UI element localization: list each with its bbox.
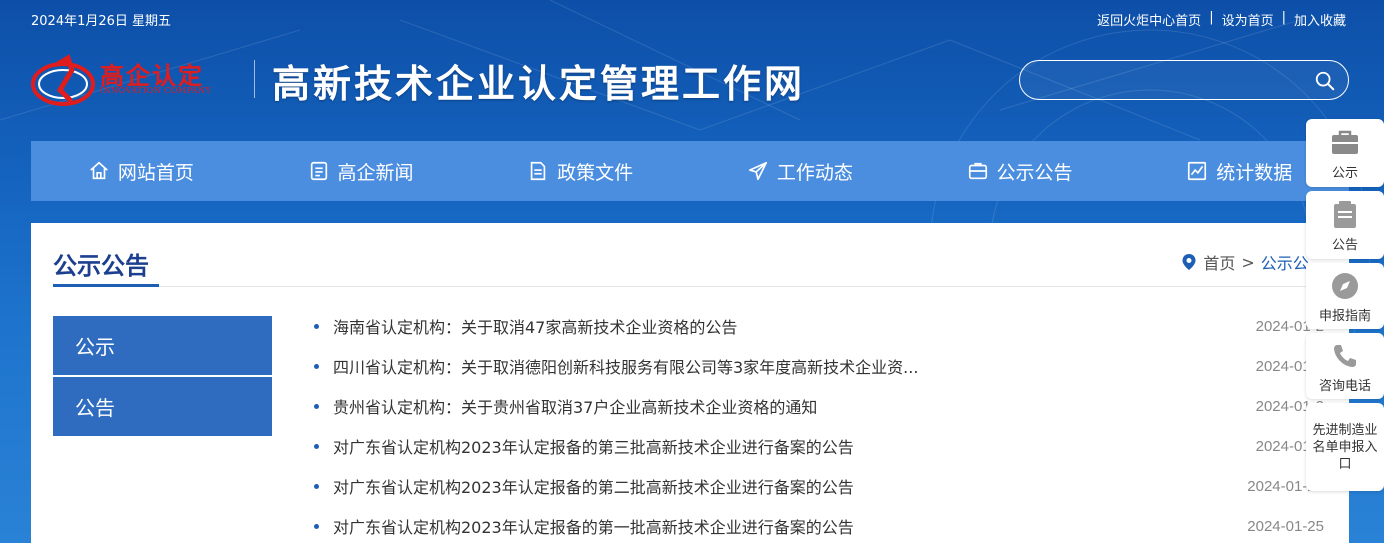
news-icon bbox=[310, 161, 327, 181]
logo-sub-text: INNOVATION COMPANY bbox=[100, 86, 212, 95]
nav-label: 网站首页 bbox=[117, 161, 194, 184]
separator: | bbox=[1209, 10, 1214, 25]
chart-icon bbox=[1188, 161, 1207, 181]
list-item-title: 对广东省认定机构2023年认定报备的第二批高新技术企业进行备案的公告 bbox=[333, 478, 854, 497]
search-input[interactable] bbox=[1038, 70, 1298, 92]
nav-policy[interactable]: 政策文件 bbox=[470, 141, 690, 201]
list-item-title: 海南省认定机构：关于取消47家高新技术企业资格的公告 bbox=[333, 318, 738, 337]
list-item-title: 贵州省认定机构：关于贵州省取消37户企业高新技术企业资格的通知 bbox=[333, 398, 818, 417]
nav-label: 统计数据 bbox=[1216, 161, 1293, 184]
list-item-date: 2024-01-25 bbox=[1247, 517, 1324, 535]
list-item-title: 对广东省认定机构2023年认定报备的第一批高新技术企业进行备案的公告 bbox=[333, 518, 854, 537]
float-label: 先进制造业名单申报入口 bbox=[1312, 422, 1378, 472]
breadcrumb-home[interactable]: 首页 bbox=[1203, 250, 1235, 274]
list-item[interactable]: 贵州省认定机构：关于贵州省取消37户企业高新技术企业资格的通知 2024-01-2 bbox=[314, 386, 1324, 426]
phone-icon bbox=[1334, 344, 1356, 367]
clipboard-icon bbox=[1334, 200, 1356, 228]
nav-notices[interactable]: 公示公告 bbox=[910, 141, 1130, 201]
title-underline bbox=[53, 284, 159, 287]
page-title: 公示公告 bbox=[53, 252, 149, 280]
list-item[interactable]: 对广东省认定机构2023年认定报备的第二批高新技术企业进行备案的公告 2024-0… bbox=[314, 466, 1324, 506]
nav-label: 工作动态 bbox=[776, 161, 853, 184]
search-box bbox=[1019, 60, 1349, 100]
nav-home[interactable]: 网站首页 bbox=[31, 141, 251, 201]
send-icon bbox=[748, 161, 767, 181]
home-icon bbox=[90, 161, 108, 180]
breadcrumb: 首页 > 公示公... bbox=[1181, 250, 1324, 274]
nav-work-updates[interactable]: 工作动态 bbox=[690, 141, 910, 201]
current-date: 2024年1月26日 星期五 bbox=[31, 14, 172, 29]
main-nav: 网站首页 高企新闻 政策文件 工作动态 公示公告 统计数据 bbox=[31, 141, 1349, 201]
side-menu: 公示 公告 bbox=[53, 316, 272, 438]
bullet bbox=[314, 323, 319, 329]
main-content: 公示公告 首页 > 公示公... 公示 公告 海南省认定机构：关于取消47家高新… bbox=[31, 223, 1349, 543]
search-icon[interactable] bbox=[1314, 70, 1336, 92]
side-item-announcement[interactable]: 公告 bbox=[53, 377, 272, 436]
float-guide[interactable]: 申报指南 bbox=[1306, 263, 1384, 329]
bullet bbox=[314, 483, 319, 489]
float-publicity[interactable]: 公示 bbox=[1306, 119, 1384, 187]
list-item[interactable]: 对广东省认定机构2023年认定报备的第三批高新技术企业进行备案的公告 2024-0… bbox=[314, 426, 1324, 466]
link-add-favorite[interactable]: 加入收藏 bbox=[1294, 10, 1346, 29]
bullet bbox=[314, 443, 319, 449]
nav-label: 公示公告 bbox=[996, 161, 1073, 184]
float-label: 咨询电话 bbox=[1318, 378, 1371, 394]
title-rule bbox=[53, 286, 1328, 287]
nav-news[interactable]: 高企新闻 bbox=[251, 141, 471, 201]
header-divider bbox=[254, 60, 255, 98]
location-pin-icon bbox=[1182, 254, 1196, 270]
float-label: 公示 bbox=[1331, 165, 1358, 181]
compass-icon bbox=[1332, 272, 1358, 299]
side-item-publicity[interactable]: 公示 bbox=[53, 316, 272, 375]
float-label: 公告 bbox=[1331, 237, 1358, 253]
breadcrumb-sep: > bbox=[1241, 252, 1255, 272]
notice-list: 海南省认定机构：关于取消47家高新技术企业资格的公告 2024-01-2 四川省认… bbox=[314, 306, 1324, 543]
list-item-title: 四川省认定机构：关于取消德阳创新科技服务有限公司等3家年度高新技术企业资... bbox=[333, 358, 919, 377]
nav-label: 高企新闻 bbox=[337, 161, 414, 184]
bullet bbox=[314, 403, 319, 409]
site-logo[interactable]: 高企认定 INNOVATION COMPANY bbox=[30, 50, 240, 110]
notice-icon bbox=[968, 162, 987, 180]
list-item[interactable]: 海南省认定机构：关于取消47家高新技术企业资格的公告 2024-01-2 bbox=[314, 306, 1324, 346]
bullet bbox=[314, 363, 319, 369]
top-links: 返回火炬中心首页 | 设为首页 | 加入收藏 bbox=[1097, 10, 1346, 29]
float-phone[interactable]: 咨询电话 bbox=[1306, 333, 1384, 399]
float-label: 申报指南 bbox=[1318, 308, 1371, 324]
top-bar: 2024年1月26日 星期五 返回火炬中心首页 | 设为首页 | 加入收藏 bbox=[0, 0, 1384, 36]
logo-mark-icon bbox=[31, 54, 95, 106]
site-title: 高新技术企业认定管理工作网 bbox=[272, 61, 806, 106]
briefcase-icon bbox=[1332, 130, 1358, 154]
document-icon bbox=[530, 161, 546, 181]
link-back-home[interactable]: 返回火炬中心首页 bbox=[1097, 10, 1201, 29]
link-set-homepage[interactable]: 设为首页 bbox=[1222, 10, 1274, 29]
float-announcement[interactable]: 公告 bbox=[1306, 191, 1384, 259]
separator: | bbox=[1281, 10, 1286, 25]
list-item[interactable]: 四川省认定机构：关于取消德阳创新科技服务有限公司等3家年度高新技术企业资... 2… bbox=[314, 346, 1324, 386]
nav-label: 政策文件 bbox=[557, 161, 634, 184]
floating-sidebar: 公示 公告 申报指南 咨询电话 先进制造业名单申报入口 bbox=[1306, 119, 1384, 495]
list-item-title: 对广东省认定机构2023年认定报备的第三批高新技术企业进行备案的公告 bbox=[333, 438, 854, 457]
bullet bbox=[314, 523, 319, 529]
list-item[interactable]: 对广东省认定机构2023年认定报备的第一批高新技术企业进行备案的公告 2024-0… bbox=[314, 506, 1324, 543]
float-manufacturing-entry[interactable]: 先进制造业名单申报入口 bbox=[1306, 403, 1384, 491]
